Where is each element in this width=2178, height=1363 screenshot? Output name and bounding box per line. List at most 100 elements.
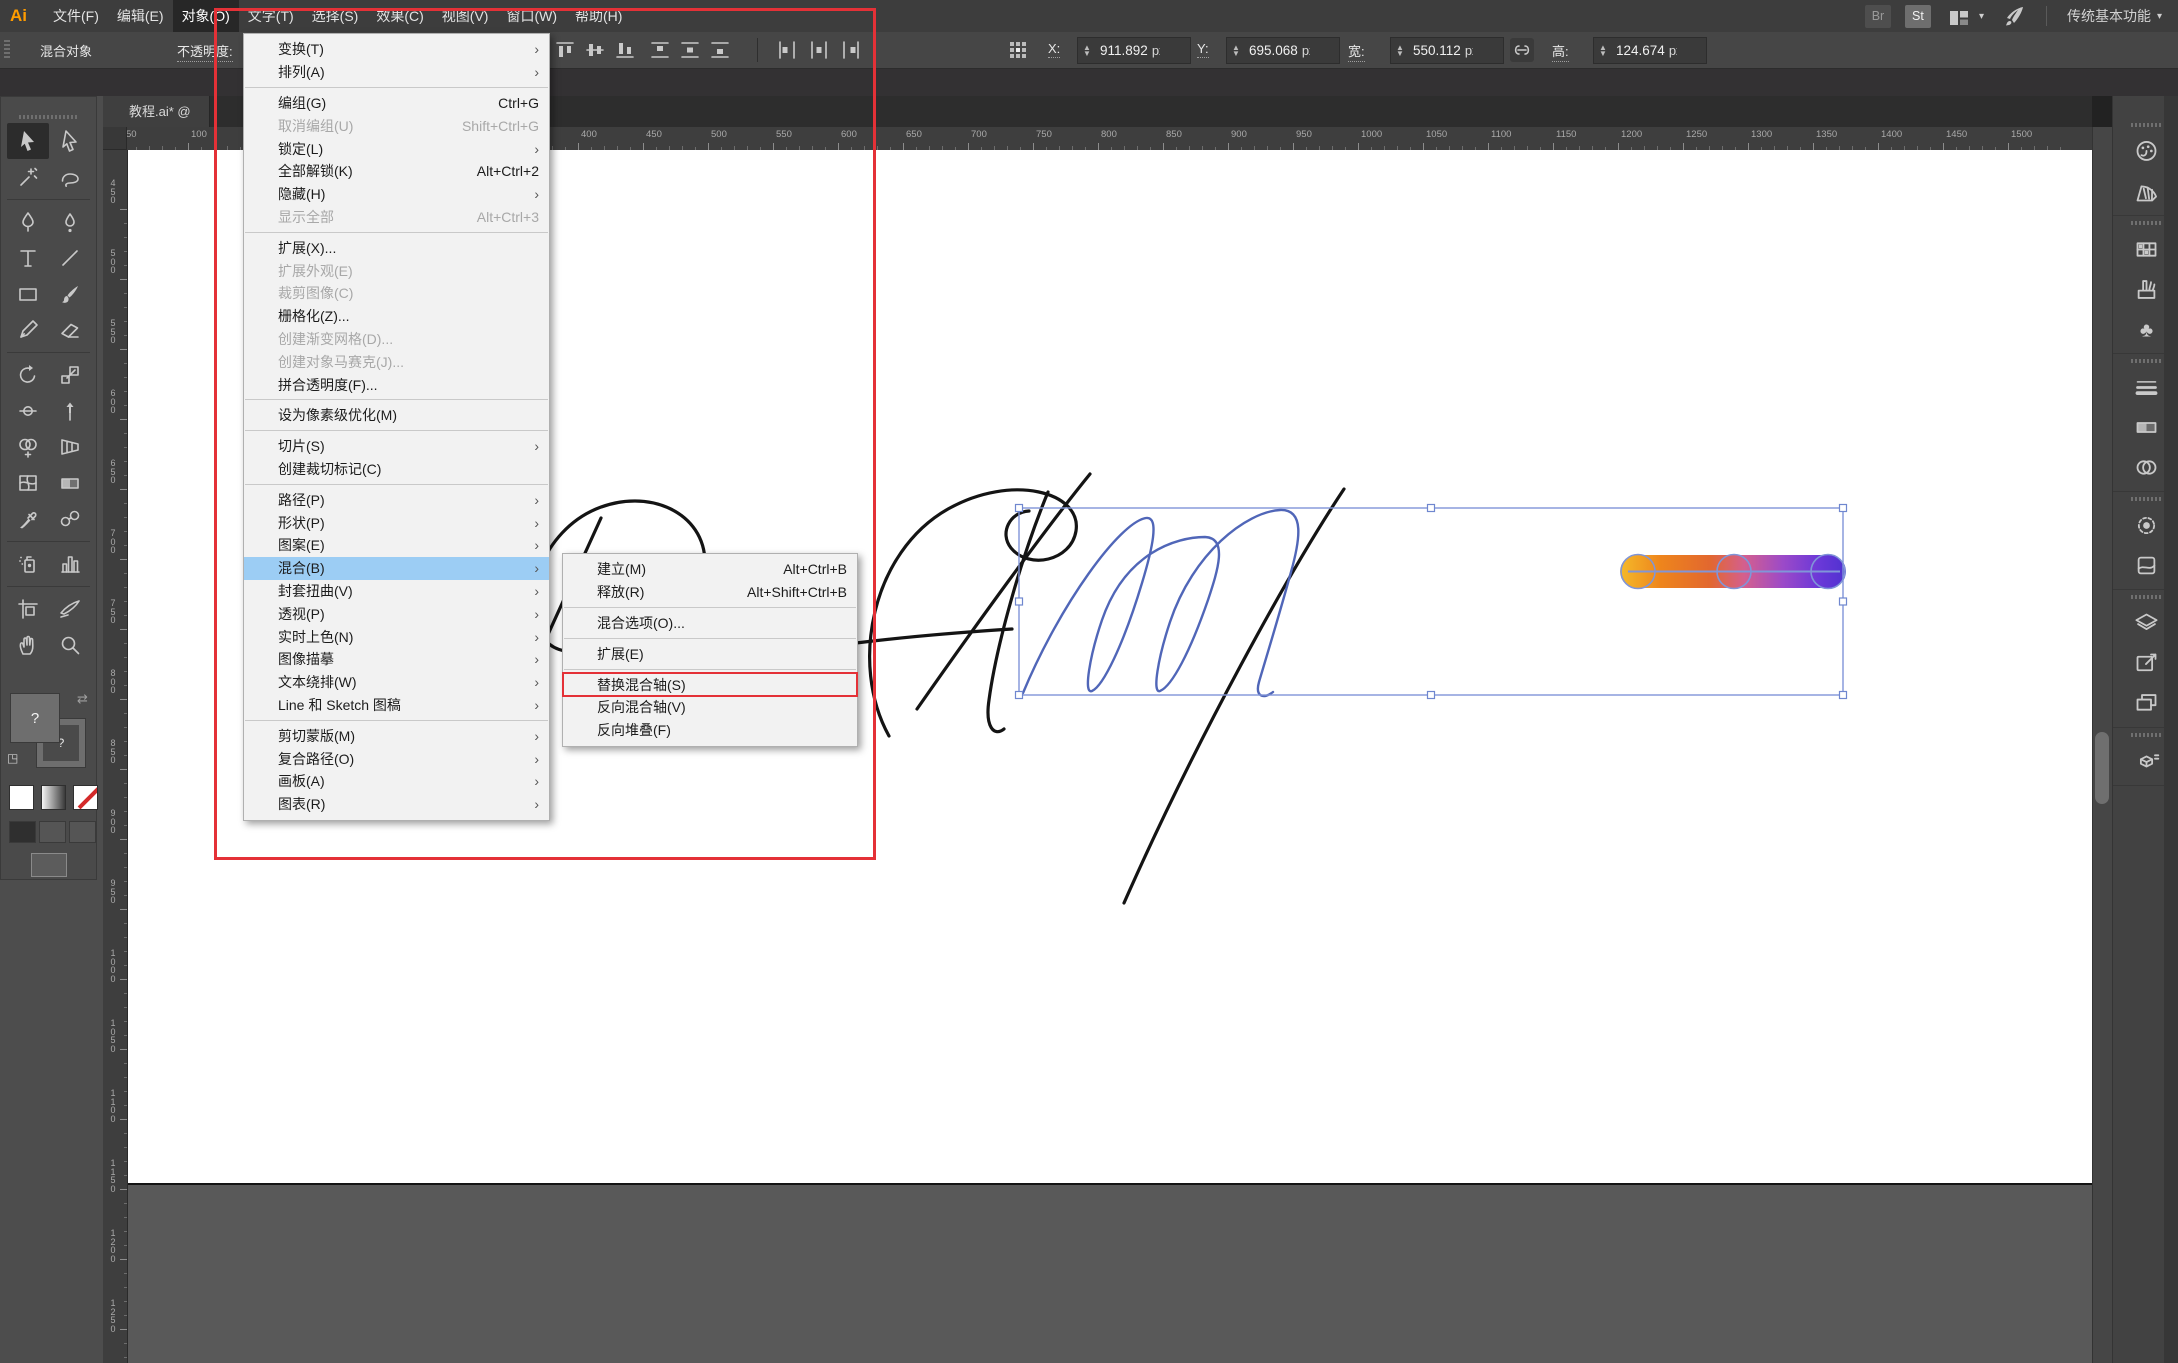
draw-behind-mode-button[interactable]: [39, 821, 66, 843]
type-tool[interactable]: [7, 240, 49, 276]
eraser-tool[interactable]: [49, 312, 91, 348]
chevron-down-icon[interactable]: ▾: [2157, 11, 2162, 22]
object-menu-item[interactable]: 裁剪图像(C): [244, 282, 549, 305]
align-top-icon[interactable]: [553, 38, 577, 62]
vertical-scrollbar-thumb[interactable]: [2095, 732, 2109, 804]
object-menu-item[interactable]: 画板(A) ›: [244, 770, 549, 793]
object-menu-item[interactable]: 扩展(X)...: [244, 236, 549, 259]
lasso-tool[interactable]: [49, 159, 91, 195]
stepper-icon[interactable]: ▲ ▼: [1594, 43, 1612, 57]
stepper-icon[interactable]: ▲ ▼: [1391, 43, 1409, 57]
object-menu-item[interactable]: 图表(R) ›: [244, 793, 549, 816]
shaper-tool[interactable]: [7, 312, 49, 348]
opacity-label[interactable]: 不透明度:: [177, 41, 233, 62]
object-menu-item[interactable]: 切片(S) ›: [244, 435, 549, 458]
object-menu-item[interactable]: 编组(G) Ctrl+G: [244, 92, 549, 115]
puppet-warp-tool[interactable]: [49, 393, 91, 429]
menubar-item-对象[interactable]: 对象(O): [172, 0, 239, 32]
object-menu-item[interactable]: 锁定(L) ›: [244, 137, 549, 160]
slice-tool[interactable]: [49, 591, 91, 627]
arrange-documents-icon[interactable]: [1947, 6, 1973, 26]
menubar-item-视图[interactable]: 视图(V): [433, 0, 498, 32]
object-menu-item[interactable]: 排列(A) ›: [244, 61, 549, 84]
object-menu-item[interactable]: 路径(P) ›: [244, 488, 549, 511]
object-menu-item[interactable]: 全部解锁(K) Alt+Ctrl+2: [244, 160, 549, 183]
blend-submenu-item[interactable]: 建立(M) Alt+Ctrl+B: [563, 558, 857, 581]
dist-hright-icon[interactable]: [839, 38, 863, 62]
dist-hcenter-icon[interactable]: [807, 38, 831, 62]
curvature-tool[interactable]: [49, 204, 91, 240]
object-menu-item[interactable]: 扩展外观(E): [244, 259, 549, 282]
object-menu-item[interactable]: 创建渐变网格(D)...: [244, 328, 549, 351]
object-menu-item[interactable]: 文本绕排(W) ›: [244, 671, 549, 694]
magic-wand-tool[interactable]: [7, 159, 49, 195]
pasteboard[interactable]: [127, 1185, 2092, 1363]
zoom-tool[interactable]: [49, 627, 91, 663]
blend-submenu-item[interactable]: 扩展(E): [563, 642, 857, 665]
x-label[interactable]: X:: [1048, 41, 1061, 58]
object-menu-item[interactable]: 形状(P) ›: [244, 511, 549, 534]
height-input[interactable]: ▲▼ 124.674px: [1593, 37, 1707, 64]
stepper-icon[interactable]: ▲ ▼: [1227, 43, 1245, 57]
width-tool-tool[interactable]: [7, 393, 49, 429]
object-menu-item[interactable]: 封套扭曲(V) ›: [244, 580, 549, 603]
align-vcenter-icon[interactable]: [583, 38, 607, 62]
object-menu-item[interactable]: 显示全部 Alt+Ctrl+3: [244, 206, 549, 229]
dist-vtop-icon[interactable]: [648, 38, 672, 62]
reference-point-grid-icon[interactable]: [1006, 38, 1030, 62]
bridge-badge[interactable]: Br: [1864, 4, 1891, 28]
stock-badge[interactable]: St: [1904, 4, 1931, 28]
constrain-proportions-icon[interactable]: [1510, 38, 1534, 62]
object-menu-item[interactable]: Line 和 Sketch 图稿 ›: [244, 694, 549, 717]
object-menu-item[interactable]: 透视(P) ›: [244, 602, 549, 625]
object-menu-item[interactable]: 隐藏(H) ›: [244, 183, 549, 206]
panel-drag-handle[interactable]: [2131, 359, 2161, 363]
menubar-item-编辑[interactable]: 编辑(E): [108, 0, 173, 32]
direct-selection-tool[interactable]: [49, 123, 91, 159]
stepper-icon[interactable]: ▲ ▼: [1078, 43, 1096, 57]
line-segment-tool[interactable]: [49, 240, 91, 276]
pen-tool[interactable]: [7, 204, 49, 240]
object-menu-item[interactable]: 取消编组(U) Shift+Ctrl+G: [244, 114, 549, 137]
menubar-item-窗口[interactable]: 窗口(W): [497, 0, 566, 32]
object-menu-item[interactable]: 拼合透明度(F)...: [244, 373, 549, 396]
menubar-item-文字[interactable]: 文字(T): [239, 0, 303, 32]
rocket-icon[interactable]: [2002, 4, 2026, 28]
panel-drag-handle[interactable]: [2131, 733, 2161, 737]
swap-fill-stroke-icon[interactable]: ⇄: [77, 691, 88, 707]
object-menu-item[interactable]: 变换(T) ›: [244, 38, 549, 61]
draw-normal-mode-button[interactable]: [9, 821, 36, 843]
menubar-item-文件[interactable]: 文件(F): [44, 0, 108, 32]
object-menu-item[interactable]: 栅格化(Z)...: [244, 305, 549, 328]
ruler-corner[interactable]: [103, 127, 127, 150]
artboard-tool[interactable]: [7, 591, 49, 627]
shape-builder-tool[interactable]: [7, 429, 49, 465]
paintbrush-tool[interactable]: [49, 276, 91, 312]
height-label[interactable]: 高:: [1552, 41, 1569, 62]
y-input[interactable]: ▲▼ 695.068px: [1226, 37, 1340, 64]
default-fill-stroke-icon[interactable]: ◳: [7, 751, 18, 765]
column-graph-tool[interactable]: [49, 546, 91, 582]
perspective-grid-tool[interactable]: [49, 429, 91, 465]
color-button[interactable]: [9, 785, 34, 810]
none-button[interactable]: [73, 785, 98, 810]
fill-color-swatch[interactable]: ?: [10, 693, 60, 743]
object-menu-item[interactable]: 创建裁切标记(C): [244, 458, 549, 481]
panel-drag-handle[interactable]: [2131, 123, 2161, 127]
vertical-ruler[interactable]: 4 5 0 5 0 0 5 5 0 6 0 0 6 5 0 7 0 0 7 5 0 8 0 0…: [103, 150, 128, 1363]
screen-mode-button[interactable]: [31, 853, 67, 877]
object-menu-item[interactable]: 实时上色(N) ›: [244, 625, 549, 648]
y-label[interactable]: Y:: [1197, 41, 1209, 58]
object-menu-item[interactable]: 复合路径(O) ›: [244, 747, 549, 770]
x-input[interactable]: ▲▼ 911.892px: [1077, 37, 1191, 64]
menubar-item-效果[interactable]: 效果(C): [367, 0, 432, 32]
chevron-down-icon[interactable]: ▾: [1979, 11, 1984, 22]
mesh-tool[interactable]: [7, 465, 49, 501]
width-input[interactable]: ▲▼ 550.112px: [1390, 37, 1504, 64]
document-tab[interactable]: 教程.ai* @: [103, 96, 210, 127]
gradient-button[interactable]: [41, 785, 66, 810]
blend-submenu-item[interactable]: 混合选项(O)...: [563, 612, 857, 635]
menubar-item-帮助[interactable]: 帮助(H): [566, 0, 631, 32]
object-menu-item[interactable]: 混合(B) ›: [244, 556, 549, 580]
object-menu-item[interactable]: 创建对象马赛克(J)...: [244, 350, 549, 373]
